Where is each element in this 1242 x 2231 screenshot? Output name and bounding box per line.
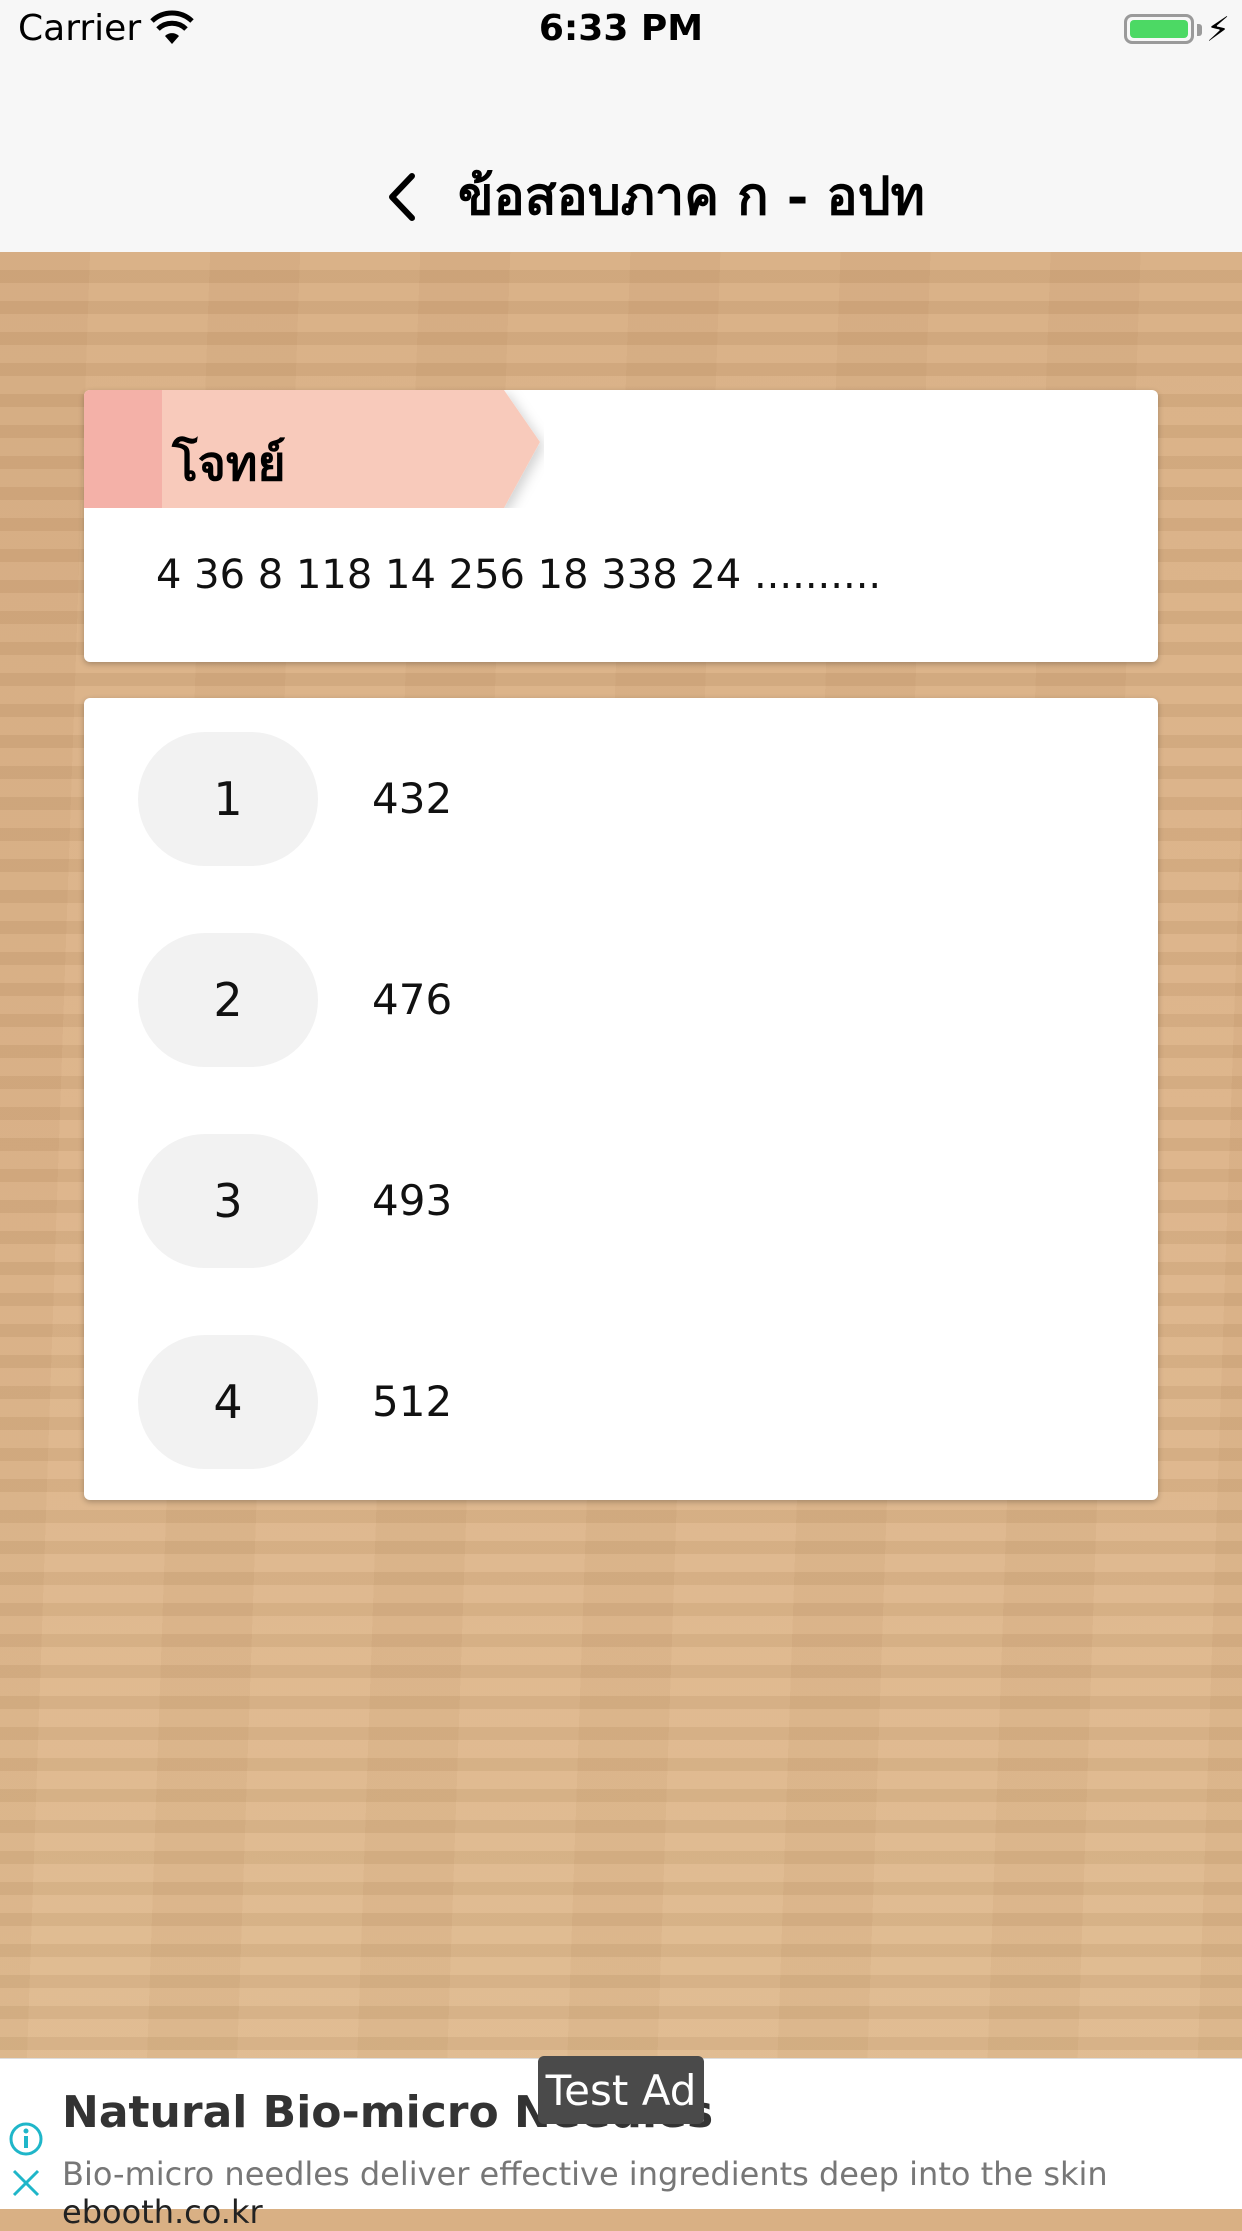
back-button[interactable] [378,162,428,232]
question-ribbon [84,390,540,508]
navigation-bar: ข้อสอบภาค ก - อปท [0,62,1242,253]
charging-icon: ⚡ [1206,10,1230,50]
choice-value: 476 [372,975,453,1024]
close-icon[interactable] [10,2167,42,2199]
choice-number-pill[interactable]: 4 [138,1335,318,1469]
ad-domain[interactable]: ebooth.co.kr [62,2193,263,2231]
battery-icon [1124,14,1194,44]
question-text: 4 36 8 118 14 256 18 338 24 .......... [156,552,882,598]
choice-1[interactable]: 1 432 [138,732,1098,866]
choice-3[interactable]: 3 493 [138,1134,1098,1268]
choice-number-pill[interactable]: 1 [138,732,318,866]
question-card: โจทย์ 4 36 8 118 14 256 18 338 24 ......… [84,390,1158,662]
page-title: ข้อสอบภาค ก - อปท [458,166,925,227]
choice-4[interactable]: 4 512 [138,1335,1098,1469]
ad-description: Bio-micro needles deliver effective ingr… [62,2155,1242,2231]
info-icon[interactable] [8,2121,44,2157]
choice-number-pill[interactable]: 3 [138,1134,318,1268]
status-time: 6:33 PM [538,8,704,49]
choice-value: 432 [372,774,453,823]
choices-card: 1 432 2 476 3 493 4 512 [84,698,1158,1500]
ad-description-text: Bio-micro needles deliver effective ingr… [62,2155,1108,2193]
status-bar: Carrier 6:33 PM ⚡ [0,0,1242,62]
choice-number-pill[interactable]: 2 [138,933,318,1067]
question-label: โจทย์ [172,436,286,492]
test-ad-badge: Test Ad [538,2056,704,2124]
choice-value: 512 [372,1377,453,1426]
choice-2[interactable]: 2 476 [138,933,1098,1067]
choice-value: 493 [372,1176,453,1225]
battery-tip [1197,24,1202,36]
